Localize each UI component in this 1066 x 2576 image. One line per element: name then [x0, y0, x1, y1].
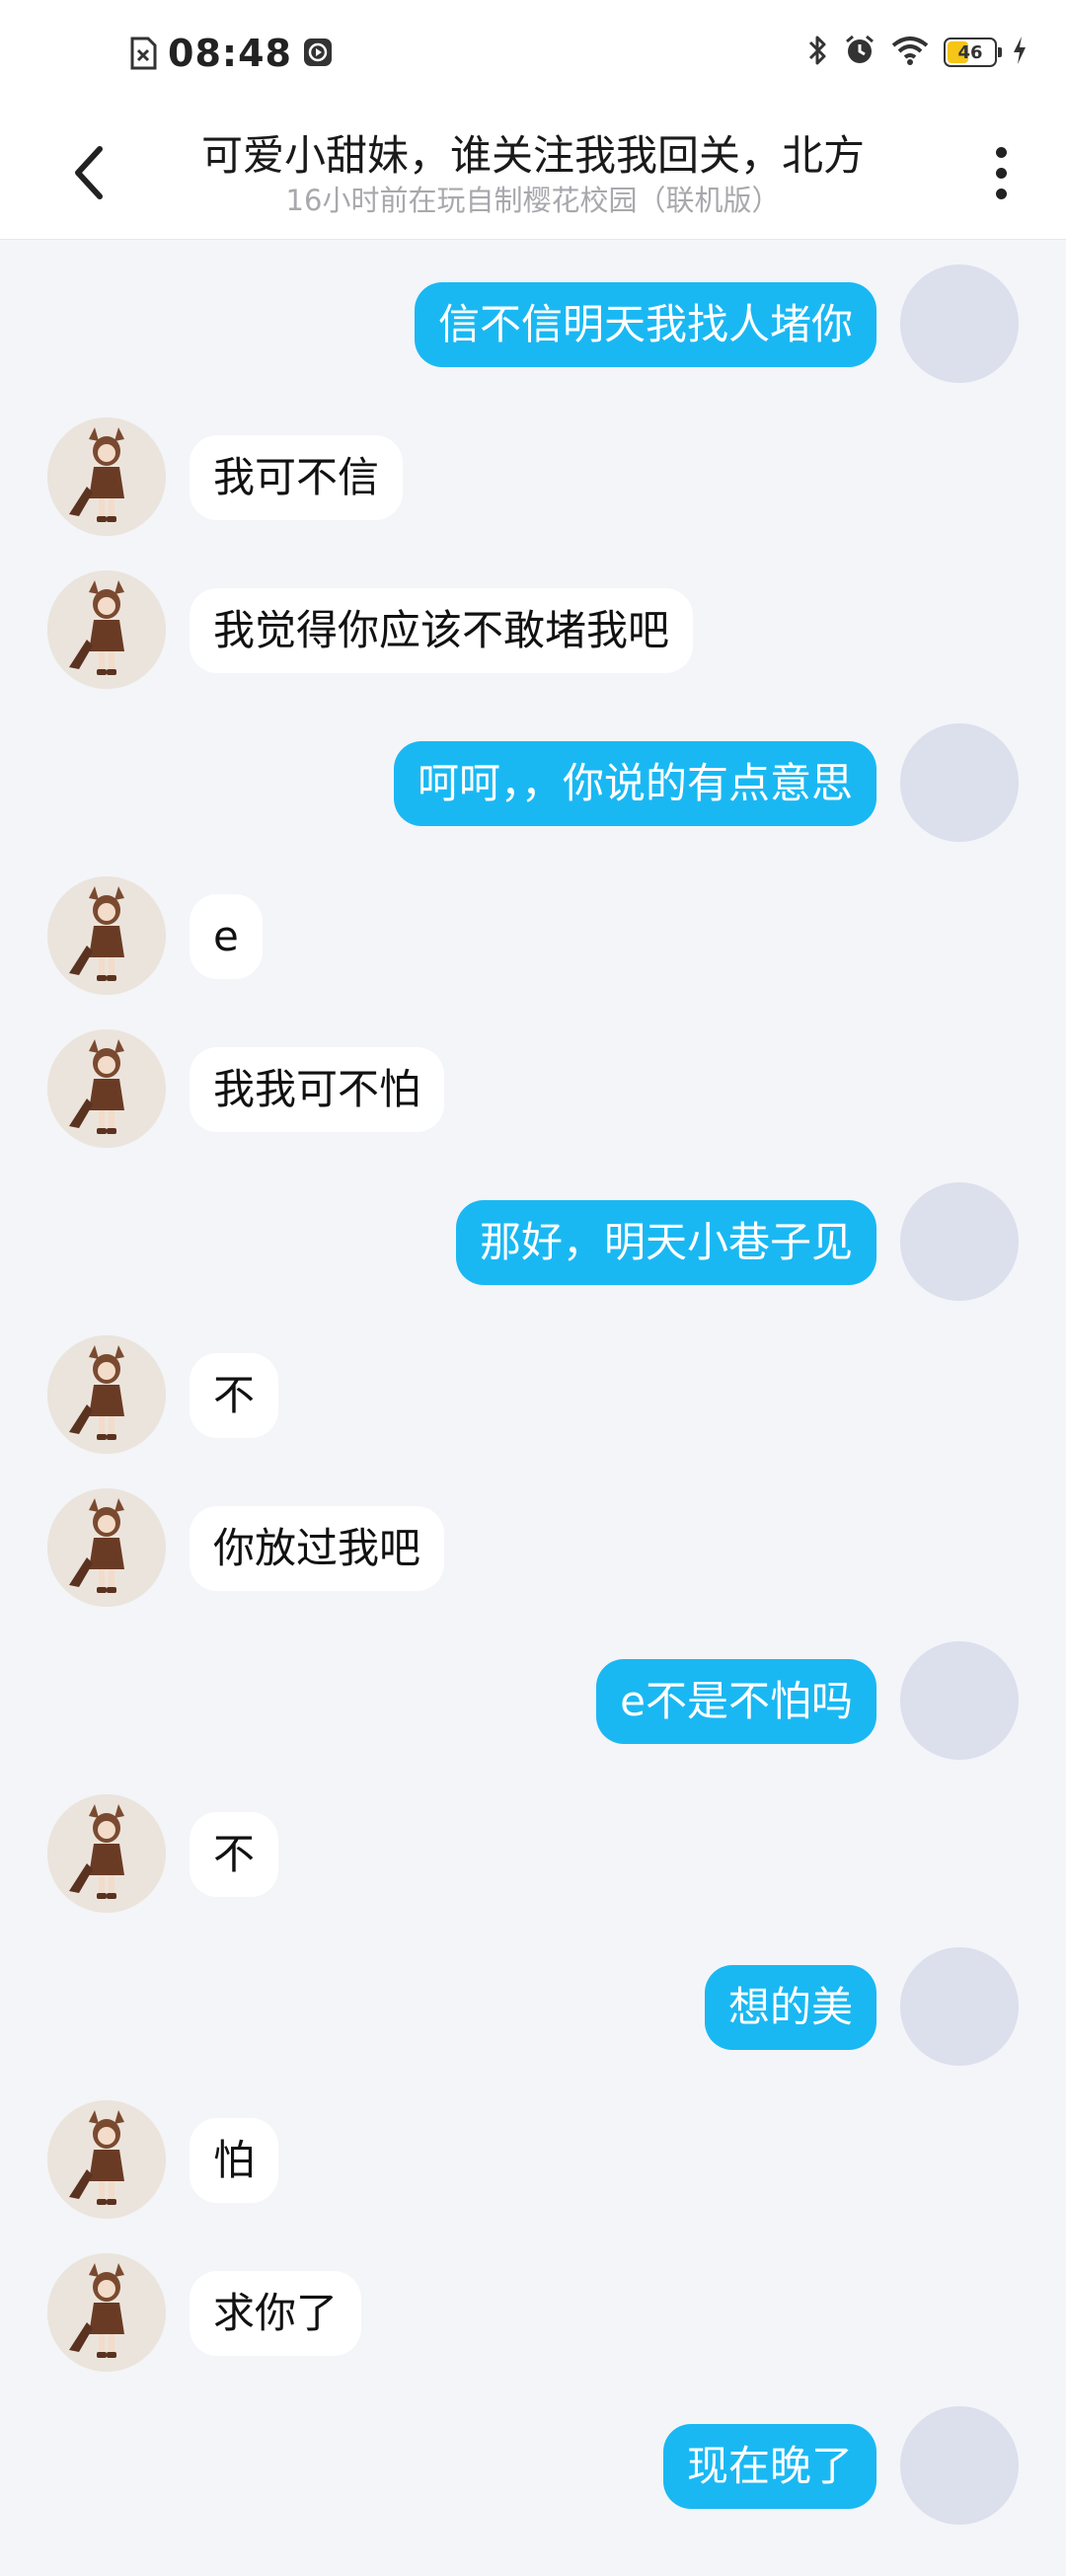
status-bar: 08:48 46 [0, 0, 1066, 109]
outgoing-message: 那好，明天小巷子见 [0, 1182, 1066, 1305]
message-bubble[interactable]: 呵呵，，你说的有点意思 [393, 741, 876, 826]
contact-avatar[interactable] [47, 2253, 166, 2372]
message-bubble[interactable]: e [190, 894, 263, 979]
contact-avatar[interactable] [47, 876, 166, 995]
clock: 08:48 [168, 32, 292, 75]
battery-level: 46 [957, 41, 983, 63]
more-dot [995, 167, 1007, 179]
incoming-message: 我我可不怕 [0, 1029, 1066, 1152]
message-bubble[interactable]: e不是不怕吗 [596, 1659, 876, 1744]
my-avatar[interactable] [900, 723, 1019, 842]
my-avatar[interactable] [900, 1947, 1019, 2066]
my-avatar[interactable] [900, 1641, 1019, 1760]
incoming-message: 不 [0, 1335, 1066, 1458]
chevron-left-icon [75, 146, 103, 199]
contact-avatar[interactable] [47, 417, 166, 536]
contact-avatar[interactable] [47, 1029, 166, 1148]
my-avatar[interactable] [900, 2406, 1019, 2525]
chat-subtitle: 16小时前在玩自制樱花校园（联机版） [285, 184, 781, 217]
sim-card-icon [128, 37, 158, 70]
message-bubble[interactable]: 怕 [190, 2118, 279, 2203]
message-bubble[interactable]: 我觉得你应该不敢堵我吧 [190, 588, 694, 673]
contact-avatar[interactable] [47, 2100, 166, 2219]
outgoing-message: 呵呵，，你说的有点意思 [0, 723, 1066, 846]
contact-avatar[interactable] [47, 1488, 166, 1607]
message-bubble[interactable]: 不 [190, 1353, 279, 1438]
outgoing-message: 想的美 [0, 1947, 1066, 2070]
message-bubble[interactable]: 求你了 [190, 2271, 362, 2356]
message-bubble[interactable]: 想的美 [704, 1965, 876, 2050]
message-bubble[interactable]: 我我可不怕 [190, 1047, 445, 1132]
more-options-button[interactable] [981, 138, 1021, 207]
bluetooth-icon [805, 34, 829, 71]
message-bubble[interactable]: 不 [190, 1812, 279, 1897]
incoming-message: 我觉得你应该不敢堵我吧 [0, 570, 1066, 693]
incoming-message: 不 [0, 1794, 1066, 1917]
more-dot [995, 146, 1007, 158]
contact-avatar[interactable] [47, 1794, 166, 1913]
chat-title: 可爱小甜妹，谁关注我我回关，北方 [200, 131, 865, 180]
incoming-message: 怕 [0, 2100, 1066, 2223]
message-bubble[interactable]: 你放过我吧 [190, 1506, 445, 1591]
incoming-message: 求你了 [0, 2253, 1066, 2376]
incoming-message: 你放过我吧 [0, 1488, 1066, 1611]
incoming-message: 我可不信 [0, 417, 1066, 540]
more-dot [995, 188, 1007, 199]
contact-avatar[interactable] [47, 570, 166, 689]
incoming-message: e [0, 876, 1066, 999]
message-bubble[interactable]: 信不信明天我找人堵你 [414, 282, 876, 367]
my-avatar[interactable] [900, 1182, 1019, 1301]
alarm-icon [843, 34, 876, 71]
back-button[interactable] [59, 138, 118, 207]
message-bubble[interactable]: 我可不信 [190, 435, 404, 520]
battery-indicator: 46 [944, 38, 1002, 67]
outgoing-message: 现在晚了 [0, 2406, 1066, 2529]
wifi-icon [890, 34, 930, 71]
charging-icon [1011, 34, 1028, 71]
chat-header: 可爱小甜妹，谁关注我我回关，北方 16小时前在玩自制樱花校园（联机版） [0, 109, 1066, 240]
contact-avatar[interactable] [47, 1335, 166, 1454]
my-avatar[interactable] [900, 265, 1019, 383]
message-list[interactable]: 信不信明天我找人堵你 我可不信 我觉得你应该不敢堵我吧呵呵，，你说的有点意思 e… [0, 240, 1066, 2576]
message-bubble[interactable]: 现在晚了 [662, 2424, 876, 2509]
outgoing-message: 信不信明天我找人堵你 [0, 265, 1066, 387]
message-bubble[interactable]: 那好，明天小巷子见 [455, 1200, 876, 1285]
media-play-icon [302, 37, 332, 70]
outgoing-message: e不是不怕吗 [0, 1641, 1066, 1764]
